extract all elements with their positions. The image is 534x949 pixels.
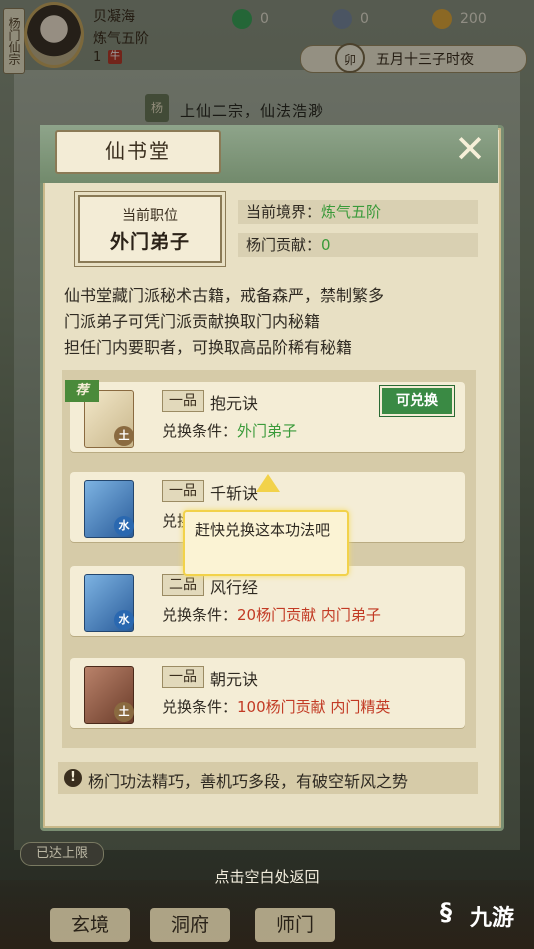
- grade-tag: 一品: [162, 480, 204, 502]
- condition-row: 兑换条件：20杨门贡献 内门弟子: [162, 604, 381, 625]
- recommend-tag: 荐: [65, 380, 99, 402]
- description-line: 门派弟子可凭门派贡献换取门内秘籍: [64, 312, 321, 331]
- contribution-value: 0: [321, 236, 331, 254]
- book-item[interactable]: 土 一品 朝元诀 兑换条件：100杨门贡献 内门精英: [70, 658, 465, 728]
- condition-value: 20杨门贡献 内门弟子: [237, 606, 381, 624]
- condition-value: 外门弟子: [237, 422, 298, 440]
- guide-tooltip[interactable]: 赶快兑换这本功法吧: [183, 510, 349, 576]
- info-icon: !: [64, 769, 82, 787]
- panel-title: 仙书堂: [55, 130, 221, 174]
- condition-value: 100杨门贡献 内门精英: [237, 698, 391, 716]
- return-hint[interactable]: 点击空白处返回: [0, 866, 534, 887]
- condition-label: 兑换条件：: [162, 606, 238, 624]
- grade-tag: 一品: [162, 390, 204, 412]
- condition-row: 兑换条件：100杨门贡献 内门精英: [162, 696, 390, 717]
- watermark: 九游: [470, 906, 515, 931]
- contribution-label: 杨门贡献：: [246, 236, 322, 254]
- watermark-logo-icon: §: [440, 898, 452, 926]
- hint-bar: ! 杨门功法精巧，善机巧多段，有破空斩风之势: [58, 762, 478, 794]
- tooltip-arrow-icon: [256, 474, 280, 492]
- book-name: 朝元诀: [210, 670, 259, 689]
- rank-label: 当前职位: [122, 208, 178, 224]
- description-line: 仙书堂藏门派秘术古籍，戒备森严，禁制繁多: [64, 286, 385, 305]
- description-line: 担任门内要职者，可换取高品阶稀有秘籍: [64, 338, 353, 357]
- redeem-button[interactable]: 可兑换: [380, 386, 454, 416]
- contribution-row: 杨门贡献：0: [238, 233, 478, 257]
- cap-tag: 已达上限: [20, 842, 104, 866]
- close-button[interactable]: ✕: [450, 130, 490, 168]
- condition-label: 兑换条件：: [162, 422, 238, 440]
- realm-row: 当前境界：炼气五阶: [238, 200, 478, 224]
- element-badge: 土: [114, 426, 134, 446]
- nav-item-xuanjing[interactable]: 玄境: [50, 908, 130, 942]
- hint-text: 杨门功法精巧，善机巧多段，有破空斩风之势: [88, 772, 409, 791]
- book-item[interactable]: 土 一品 抱元诀 兑换条件：外门弟子 可兑换: [70, 382, 465, 452]
- element-badge: 水: [114, 516, 134, 536]
- book-name: 千斩诀: [210, 484, 259, 503]
- rank-box: 当前职位 外门弟子: [78, 195, 222, 263]
- book-name: 风行经: [210, 578, 259, 597]
- grade-tag: 二品: [162, 574, 204, 596]
- element-badge: 水: [114, 610, 134, 630]
- nav-item-shimen[interactable]: 师门: [255, 908, 335, 942]
- book-name: 抱元诀: [210, 394, 259, 413]
- realm-label: 当前境界：: [246, 203, 322, 221]
- nav-item-dongfu[interactable]: 洞府: [150, 908, 230, 942]
- element-badge: 土: [114, 702, 134, 722]
- realm-value: 炼气五阶: [321, 203, 382, 221]
- condition-label: 兑换条件：: [162, 698, 238, 716]
- rank-value: 外门弟子: [109, 231, 190, 253]
- book-item[interactable]: 水 二品 风行经 兑换条件：20杨门贡献 内门弟子: [70, 566, 465, 636]
- grade-tag: 一品: [162, 666, 204, 688]
- condition-row: 兑换条件：外门弟子: [162, 420, 297, 441]
